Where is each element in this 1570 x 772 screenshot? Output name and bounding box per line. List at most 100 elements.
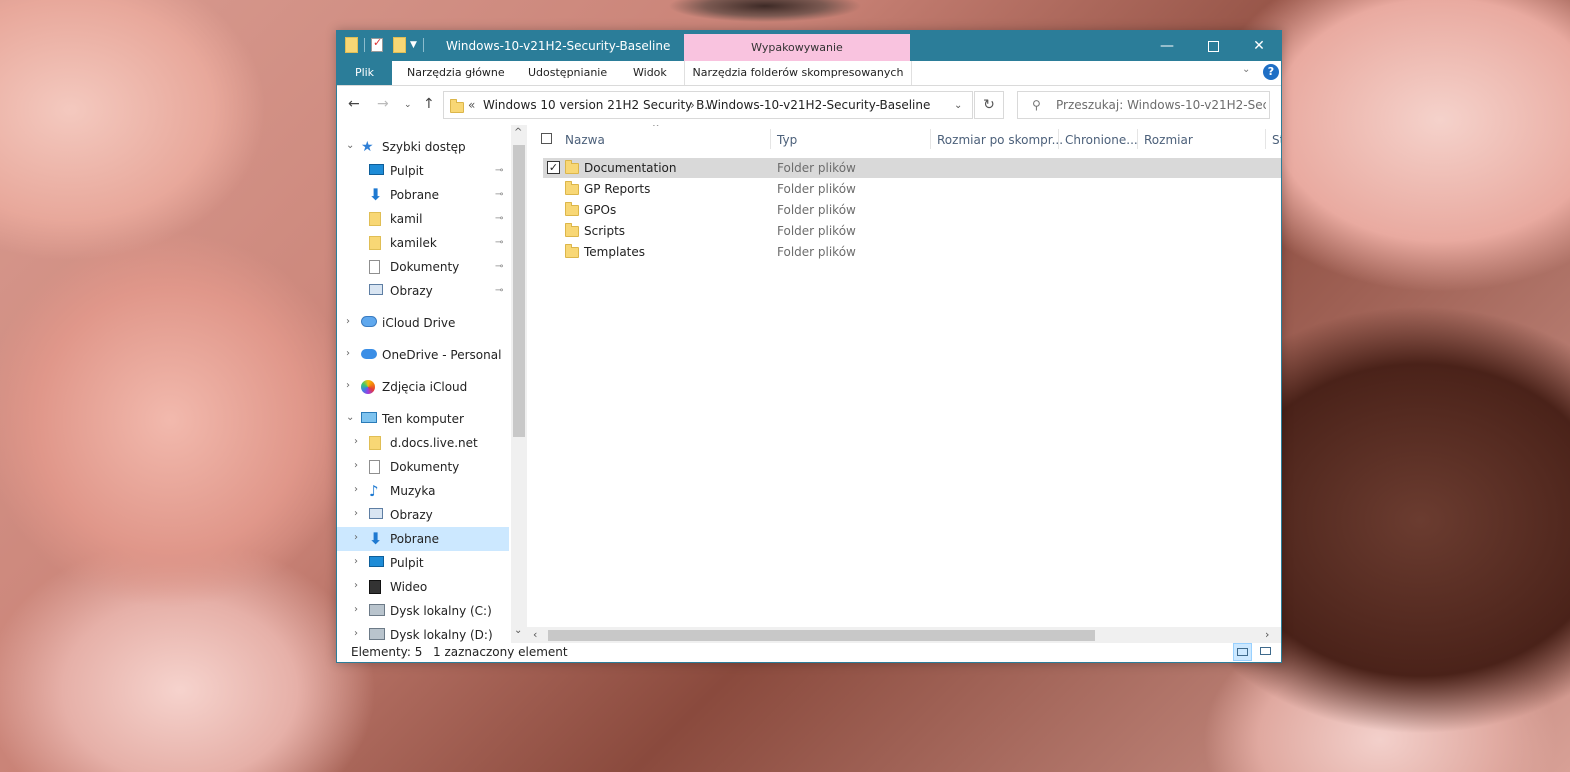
minimize-button[interactable]: — (1144, 31, 1190, 61)
column-divider[interactable] (1265, 129, 1266, 149)
table-row[interactable]: ✓ Documentation Folder plików (543, 158, 1281, 178)
search-box[interactable]: ⚲ (1017, 91, 1270, 119)
expand-chevron-icon[interactable]: › (354, 604, 358, 615)
new-folder-icon[interactable] (393, 37, 406, 53)
back-button[interactable]: ← (348, 96, 360, 112)
expand-chevron-icon[interactable]: › (354, 508, 358, 519)
horizontal-scroll-thumb[interactable] (548, 630, 1095, 641)
scroll-down-arrow[interactable]: ⌄ (514, 625, 522, 636)
tab-file[interactable]: Plik (337, 61, 392, 85)
scroll-up-arrow[interactable]: ^ (514, 127, 522, 138)
tab-home[interactable]: Narzędzia główne (407, 61, 505, 85)
navigation-pane-scrollbar[interactable]: ^ ⌄ (511, 125, 527, 643)
sidebar-item[interactable]: ⌄ ★ Szybki dostęp (337, 135, 509, 159)
folder-icon (565, 223, 579, 237)
column-ratio[interactable]: St (1272, 133, 1281, 147)
table-row[interactable]: Scripts Folder plików (543, 221, 1281, 241)
column-divider[interactable] (1058, 129, 1059, 149)
sidebar-item[interactable]: › d.docs.live.net (337, 431, 509, 455)
column-divider[interactable] (930, 129, 931, 149)
column-size[interactable]: Rozmiar (1144, 133, 1193, 147)
expand-chevron-icon[interactable]: › (346, 380, 350, 391)
file-name[interactable]: Scripts (584, 224, 625, 238)
scroll-left-arrow[interactable]: ‹ (533, 628, 537, 641)
documents-icon (369, 260, 385, 274)
breadcrumb-item[interactable]: Windows-10-v21H2-Security-Baseline (706, 98, 930, 112)
sidebar-item[interactable]: › Dysk lokalny (D:) (337, 623, 509, 643)
title-bar[interactable]: ▼ Windows-10-v21H2-Security-Baseline Wyp… (337, 31, 1282, 62)
sidebar-item[interactable]: › iCloud Drive (337, 311, 509, 335)
details-view-button[interactable] (1233, 643, 1252, 661)
sidebar-item[interactable]: kamil ⊸ (337, 207, 509, 231)
column-divider[interactable] (770, 129, 771, 149)
file-name[interactable]: Templates (584, 245, 645, 259)
up-button[interactable]: ↑ (423, 96, 435, 112)
sidebar-item[interactable]: › Dokumenty (337, 455, 509, 479)
expand-chevron-icon[interactable]: › (354, 484, 358, 495)
pin-icon: ⊸ (495, 237, 504, 248)
expand-chevron-icon[interactable]: › (354, 460, 358, 471)
help-icon[interactable]: ? (1263, 64, 1279, 80)
column-divider[interactable] (1137, 129, 1138, 149)
tab-compressed-folder-tools[interactable]: Narzędzia folderów skompresowanych (684, 61, 912, 85)
file-name[interactable]: GP Reports (584, 182, 650, 196)
sidebar-item[interactable]: › Pulpit (337, 551, 509, 575)
horizontal-scrollbar[interactable]: ‹ › (527, 627, 1281, 643)
file-name[interactable]: GPOs (584, 203, 616, 217)
expand-chevron-icon[interactable]: › (354, 532, 358, 543)
forward-button[interactable]: → (377, 96, 389, 112)
expand-chevron-icon[interactable]: › (354, 556, 358, 567)
sidebar-item[interactable]: › Wideo (337, 575, 509, 599)
expand-chevron-icon[interactable]: › (346, 316, 350, 327)
expand-ribbon-icon[interactable]: ⌄ (1242, 64, 1250, 75)
expand-chevron-icon[interactable]: › (354, 580, 358, 591)
sidebar-item[interactable]: › Dysk lokalny (C:) (337, 599, 509, 623)
row-checkbox[interactable]: ✓ (547, 161, 560, 174)
window-title: Windows-10-v21H2-Security-Baseline (446, 39, 671, 53)
sidebar-item[interactable]: › Zdjęcia iCloud (337, 375, 509, 399)
scroll-right-arrow[interactable]: › (1265, 628, 1269, 641)
sidebar-item[interactable]: Pulpit ⊸ (337, 159, 509, 183)
sidebar-item[interactable]: › Obrazy (337, 503, 509, 527)
close-button[interactable]: ✕ (1236, 31, 1282, 61)
pin-icon: ⊸ (495, 165, 504, 176)
properties-icon[interactable] (371, 36, 383, 52)
folder-icon (565, 202, 579, 216)
expand-chevron-icon[interactable]: › (354, 628, 358, 639)
collapse-chevron-icon[interactable]: ⌄ (346, 412, 354, 423)
maximize-button[interactable] (1190, 31, 1236, 61)
sidebar-item[interactable]: ⌄ Ten komputer (337, 407, 509, 431)
collapse-chevron-icon[interactable]: ⌄ (346, 140, 354, 151)
search-input[interactable] (1056, 96, 1266, 114)
column-name[interactable]: Nazwa (565, 133, 605, 147)
tab-share[interactable]: Udostępnianie (528, 61, 607, 85)
table-row[interactable]: Templates Folder plików (543, 242, 1281, 262)
sidebar-item[interactable]: › ♪ Muzyka (337, 479, 509, 503)
recent-locations-button[interactable]: ⌄ (404, 100, 412, 110)
sidebar-item[interactable]: › ⬇ Pobrane (337, 527, 509, 551)
column-type[interactable]: Typ (777, 133, 797, 147)
select-all-checkbox[interactable] (541, 133, 552, 144)
table-row[interactable]: GP Reports Folder plików (543, 179, 1281, 199)
sidebar-item[interactable]: kamilek ⊸ (337, 231, 509, 255)
column-compressed-size[interactable]: Rozmiar po skompr... (937, 133, 1063, 147)
address-dropdown-icon[interactable]: ⌄ (954, 100, 962, 111)
sidebar-item[interactable]: Obrazy ⊸ (337, 279, 509, 303)
breadcrumb-item[interactable]: Windows 10 version 21H2 Security B... (483, 98, 716, 112)
file-name[interactable]: Documentation (584, 161, 677, 175)
refresh-button[interactable]: ↻ (974, 91, 1004, 119)
tab-view[interactable]: Widok (633, 61, 667, 85)
sidebar-item[interactable]: Dokumenty ⊸ (337, 255, 509, 279)
breadcrumb-separator[interactable]: › (690, 98, 695, 112)
address-bar[interactable]: « Windows 10 version 21H2 Security B... … (443, 91, 973, 119)
column-protected[interactable]: Chronione... (1065, 133, 1138, 147)
sidebar-item[interactable]: ⬇ Pobrane ⊸ (337, 183, 509, 207)
expand-chevron-icon[interactable]: › (346, 348, 350, 359)
table-row[interactable]: GPOs Folder plików (543, 200, 1281, 220)
scroll-thumb[interactable] (513, 145, 525, 437)
sidebar-item[interactable]: › OneDrive - Personal (337, 343, 509, 367)
customize-toolbar-icon[interactable]: ▼ (410, 40, 417, 50)
large-icons-view-button[interactable] (1257, 643, 1276, 661)
expand-chevron-icon[interactable]: › (354, 436, 358, 447)
breadcrumb-overflow[interactable]: « (468, 98, 475, 112)
